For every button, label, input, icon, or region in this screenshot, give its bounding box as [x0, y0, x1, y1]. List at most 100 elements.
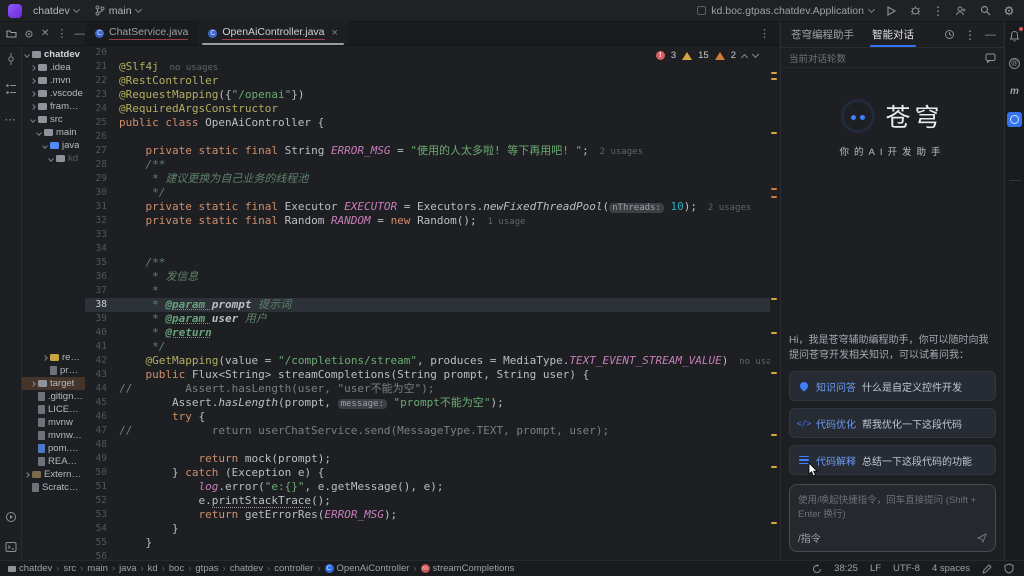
tree-item[interactable]: target [22, 377, 85, 390]
line-number[interactable]: 24 [85, 102, 119, 116]
editor-line[interactable]: 32 private static final Random RANDOM = … [85, 214, 778, 228]
line-number[interactable]: 30 [85, 186, 119, 200]
encoding-indicator[interactable]: UTF-8 [893, 563, 920, 574]
editor-line[interactable]: 24@RequiredArgsConstructor [85, 102, 778, 116]
editor-line[interactable]: 44// Assert.hasLength(user, "user不能为空"); [85, 382, 778, 396]
line-number[interactable]: 56 [85, 550, 119, 560]
editor-line[interactable]: 31 private static final Executor EXECUTO… [85, 200, 778, 214]
line-number[interactable]: 22 [85, 74, 119, 88]
tree-item[interactable]: prompts [22, 364, 85, 377]
tree-item[interactable]: main [22, 126, 85, 139]
tree-item[interactable]: External Libraries [22, 468, 85, 481]
collapse-all-button[interactable]: ✕ [41, 28, 49, 39]
settings-button[interactable]: ⚙ [1002, 4, 1016, 18]
line-number[interactable]: 23 [85, 88, 119, 102]
minimize-panel-button[interactable]: — [985, 29, 996, 41]
line-number[interactable]: 42 [85, 354, 119, 368]
git-branch-selector[interactable]: main [90, 3, 146, 19]
more-tools-icon[interactable]: ⋯ [4, 112, 18, 126]
locate-file-button[interactable] [24, 29, 34, 39]
editor-line[interactable]: 30 */ [85, 186, 778, 200]
editor-scrollbar[interactable] [770, 46, 778, 560]
line-number[interactable]: 32 [85, 214, 119, 228]
commit-tool-icon[interactable] [4, 52, 18, 66]
line-number[interactable]: 40 [85, 326, 119, 340]
tree-item[interactable]: mvnw.cmd [22, 429, 85, 442]
caret-position[interactable]: 38:25 [834, 563, 858, 574]
line-number[interactable]: 48 [85, 438, 119, 452]
line-number[interactable]: 44 [85, 382, 119, 396]
breadcrumb-item[interactable]: gtpas [195, 563, 218, 574]
breadcrumb-item[interactable]: mstreamCompletions [421, 563, 515, 574]
suggestion-card[interactable]: 知识问答什么是自定义控件开发 [789, 371, 996, 401]
editor-line[interactable]: 25public class OpenAiController { [85, 116, 778, 130]
editor-line[interactable]: 36 * 发信息 [85, 270, 778, 284]
close-tab-icon[interactable]: × [332, 27, 338, 39]
line-number[interactable]: 54 [85, 522, 119, 536]
line-number[interactable]: 38 [85, 298, 119, 312]
tree-item[interactable]: .mvn [22, 74, 85, 87]
edit-mode-icon[interactable] [982, 564, 992, 574]
tree-item[interactable]: Scratches and Consoles [22, 481, 85, 494]
chat-input[interactable]: 使用/唤起快捷指令，回车直接提问 (Shift + Enter 换行) /指令 [789, 484, 996, 552]
tree-item[interactable]: README.md [22, 455, 85, 468]
line-number[interactable]: 46 [85, 410, 119, 424]
line-number[interactable]: 45 [85, 396, 119, 410]
panel-options-button[interactable]: ⋮ [56, 27, 67, 40]
assistant-tab[interactable]: 苍穹编程助手 [789, 22, 856, 47]
line-number[interactable]: 52 [85, 494, 119, 508]
debug-button[interactable] [908, 4, 922, 18]
assistant-options-button[interactable]: ⋮ [964, 29, 976, 41]
suggestion-card[interactable]: 代码解释总结一下这段代码的功能 [789, 445, 996, 475]
breadcrumb-item[interactable]: java [119, 563, 136, 574]
tree-item[interactable]: framework [22, 100, 85, 113]
editor-line[interactable]: 48 [85, 438, 778, 452]
line-number[interactable]: 29 [85, 172, 119, 186]
line-number[interactable]: 41 [85, 340, 119, 354]
editor-tab[interactable]: CChatService.java [85, 21, 198, 45]
editor-line[interactable]: 37 * [85, 284, 778, 298]
line-number[interactable]: 43 [85, 368, 119, 382]
line-number[interactable]: 53 [85, 508, 119, 522]
editor-line[interactable]: 35 /** [85, 256, 778, 270]
editor-tab[interactable]: COpenAiController.java× [198, 21, 348, 45]
editor-line[interactable]: 38 * @param prompt 提示词 [85, 298, 778, 312]
profile-button[interactable] [954, 4, 968, 18]
line-number[interactable]: 20 [85, 46, 119, 60]
tree-item[interactable]: pom.xml [22, 442, 85, 455]
editor-line[interactable]: 45 Assert.hasLength(prompt, message: "pr… [85, 396, 778, 410]
tree-item[interactable]: java [22, 139, 85, 152]
line-number[interactable]: 47 [85, 424, 119, 438]
editor-line[interactable]: 39 * @param user 用户 [85, 312, 778, 326]
editor-line[interactable]: 34 [85, 242, 778, 256]
line-number[interactable]: 39 [85, 312, 119, 326]
editor-line[interactable]: 21@Slf4j no usages [85, 60, 778, 74]
line-ending-indicator[interactable]: LF [870, 563, 881, 574]
line-number[interactable]: 36 [85, 270, 119, 284]
editor-line[interactable]: 43 public Flux<String> streamCompletions… [85, 368, 778, 382]
tree-item[interactable]: src [22, 113, 85, 126]
new-chat-icon[interactable] [985, 53, 996, 63]
breadcrumb-item[interactable]: controller [274, 563, 313, 574]
line-number[interactable]: 49 [85, 452, 119, 466]
editor-line[interactable]: 40 * @return [85, 326, 778, 340]
ai-plugin-icon[interactable]: @ [1007, 56, 1022, 71]
line-number[interactable]: 28 [85, 158, 119, 172]
notifications-bell-icon[interactable] [1007, 28, 1022, 43]
line-number[interactable]: 27 [85, 144, 119, 158]
editor-line[interactable]: 42 @GetMapping(value = "/completions/str… [85, 354, 778, 368]
breadcrumb-item[interactable]: boc [169, 563, 184, 574]
previous-problem-button[interactable] [741, 53, 748, 60]
code-editor[interactable]: 2021@Slf4j no usages22@RestController23@… [85, 46, 778, 560]
line-number[interactable]: 21 [85, 60, 119, 74]
inspections-widget[interactable]: ! 3 15 2 [652, 49, 762, 62]
editor-line[interactable]: 27 private static final String ERROR_MSG… [85, 144, 778, 158]
more-actions-button[interactable]: ⋮ [932, 5, 944, 17]
line-number[interactable]: 37 [85, 284, 119, 298]
line-number[interactable]: 31 [85, 200, 119, 214]
line-number[interactable]: 25 [85, 116, 119, 130]
tree-item[interactable]: kd [22, 152, 85, 165]
maven-tool-icon[interactable]: m [1007, 84, 1022, 99]
breadcrumb-item[interactable]: chatdev [8, 563, 52, 574]
editor-line[interactable]: 33 [85, 228, 778, 242]
